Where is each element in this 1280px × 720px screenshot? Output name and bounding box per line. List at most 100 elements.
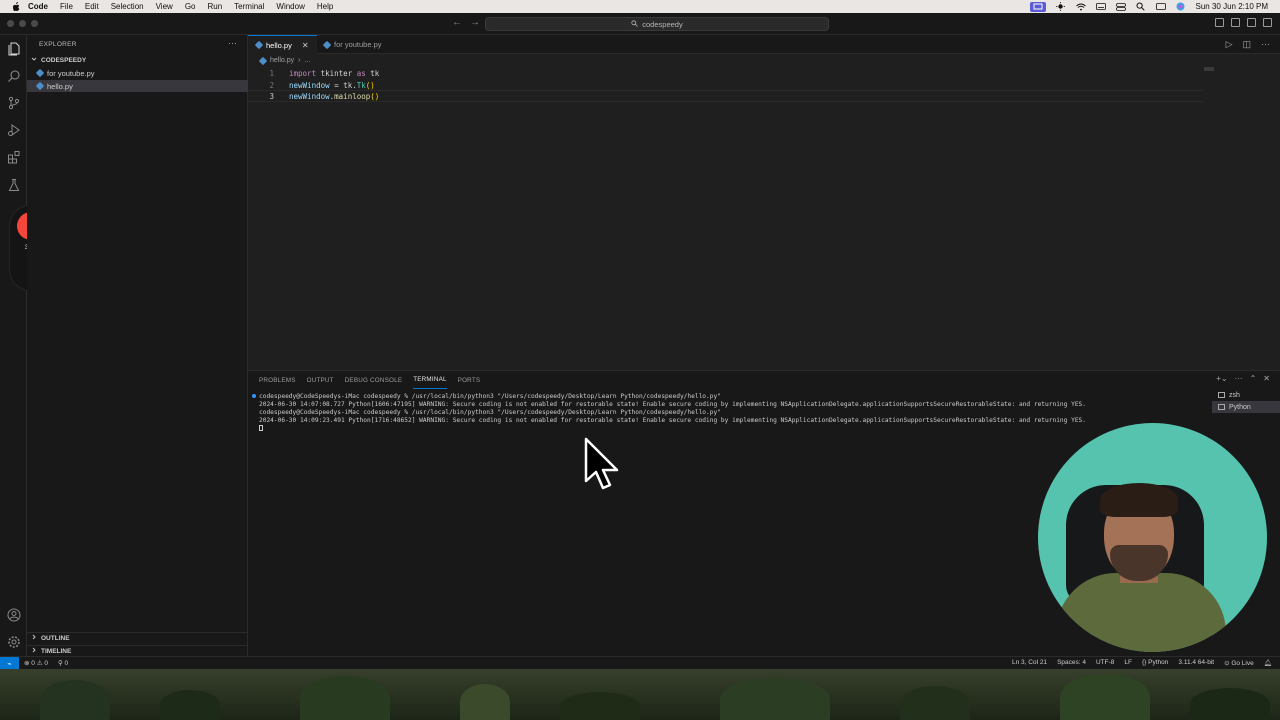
- layout-controls: [1215, 18, 1272, 27]
- notifications-bell-icon[interactable]: 🔔︎: [1264, 659, 1272, 667]
- breadcrumb-separator-icon: ›: [298, 57, 301, 64]
- breadcrumb-file[interactable]: hello.py: [270, 57, 294, 64]
- indentation[interactable]: Spaces: 4: [1057, 659, 1086, 667]
- toggle-panel-icon[interactable]: [1231, 18, 1240, 27]
- source-control-icon[interactable]: [5, 94, 22, 111]
- close-window-button[interactable]: [7, 20, 14, 27]
- tab-problems[interactable]: PROBLEMS: [259, 371, 296, 389]
- python-interpreter[interactable]: 3.11.4 64-bit: [1178, 659, 1214, 667]
- file-hello[interactable]: hello.py: [27, 80, 248, 92]
- tab-terminal[interactable]: TERMINAL: [413, 371, 447, 389]
- spotlight-icon[interactable]: [1136, 2, 1146, 11]
- command-center-search[interactable]: codespeedy: [485, 17, 829, 31]
- status-right: Ln 3, Col 21 Spaces: 4 UTF-8 LF {} Pytho…: [1012, 659, 1272, 667]
- menu-go[interactable]: Go: [185, 2, 196, 11]
- more-actions-icon[interactable]: ···: [1261, 39, 1270, 50]
- maximize-panel-icon[interactable]: ⌃: [1250, 374, 1257, 383]
- command-center-label: codespeedy: [642, 19, 683, 29]
- encoding[interactable]: UTF-8: [1096, 659, 1114, 667]
- desktop-wallpaper: [0, 669, 1280, 720]
- timeline-label: TIMELINE: [41, 647, 72, 655]
- screen-record-icon[interactable]: [1029, 1, 1046, 12]
- search-icon: [631, 19, 639, 29]
- tab-ports[interactable]: PORTS: [458, 371, 481, 389]
- line-number: 2: [269, 80, 274, 90]
- file-for-youtube[interactable]: for youtube.py: [27, 67, 248, 79]
- brightness-icon[interactable]: [1056, 2, 1066, 11]
- minimap[interactable]: [1204, 67, 1214, 71]
- tab-output[interactable]: OUTPUT: [307, 371, 334, 389]
- panel-actions: +⌄ ··· ⌃ ✕: [1216, 374, 1270, 383]
- editor-actions: ▷ ◫ ···: [1226, 39, 1270, 50]
- menu-window[interactable]: Window: [276, 2, 304, 11]
- tab-label: hello.py: [266, 40, 292, 50]
- control-center-icon[interactable]: [1115, 2, 1126, 11]
- tab-hello-py[interactable]: hello.py ✕: [248, 35, 317, 54]
- arrow-right-icon[interactable]: →: [470, 17, 480, 28]
- problems-status[interactable]: ⊗ 0 ⚠ 0: [24, 659, 48, 667]
- menu-help[interactable]: Help: [317, 2, 333, 11]
- customize-layout-icon[interactable]: [1263, 18, 1272, 27]
- tab-label: for youtube.py: [334, 40, 382, 49]
- sidebar-divider: [27, 632, 248, 633]
- tab-debug-console[interactable]: DEBUG CONSOLE: [345, 371, 403, 389]
- breadcrumb-more[interactable]: ...: [304, 57, 310, 64]
- code-editor[interactable]: 1 import tkinter as tk 2 newWindow = tk.…: [248, 67, 1280, 367]
- display-icon[interactable]: [1155, 2, 1166, 11]
- python-file-icon: [322, 40, 332, 49]
- folder-codespeedy[interactable]: CODESPEEDY: [31, 56, 86, 64]
- wifi-icon[interactable]: [1075, 3, 1086, 11]
- close-panel-icon[interactable]: ✕: [1263, 374, 1270, 383]
- menu-view[interactable]: View: [156, 2, 173, 11]
- run-play-icon[interactable]: ▷: [1226, 39, 1233, 50]
- keyboard-icon[interactable]: [1095, 3, 1106, 11]
- run-debug-icon[interactable]: [5, 121, 22, 138]
- new-terminal-icon[interactable]: +⌄: [1216, 374, 1227, 383]
- more-actions-icon[interactable]: ···: [1235, 374, 1243, 383]
- code-text: newWindow.mainloop(): [289, 91, 380, 101]
- search-view-icon[interactable]: [5, 67, 22, 84]
- editor-tabs: hello.py ✕ for youtube.py ▷ ◫ ···: [248, 35, 1280, 54]
- minimize-window-button[interactable]: [19, 20, 26, 27]
- menu-edit[interactable]: Edit: [85, 2, 99, 11]
- chevron-right-icon: [31, 634, 37, 642]
- menubar-clock[interactable]: Sun 30 Jun 2:10 PM: [1196, 2, 1269, 11]
- end-of-line[interactable]: LF: [1124, 659, 1132, 667]
- menu-run[interactable]: Run: [207, 2, 222, 11]
- explorer-icon[interactable]: [5, 40, 22, 57]
- testing-flask-icon[interactable]: [5, 176, 22, 193]
- menu-code[interactable]: Code: [28, 2, 48, 11]
- go-live-button[interactable]: ⊙ Go Live: [1224, 659, 1254, 667]
- terminal-python[interactable]: Python: [1212, 401, 1280, 413]
- siri-icon[interactable]: [1176, 2, 1186, 11]
- outline-section[interactable]: OUTLINE: [31, 634, 70, 642]
- account-icon[interactable]: [5, 606, 22, 623]
- ports-status[interactable]: ⚲ 0: [58, 659, 68, 667]
- close-tab-icon[interactable]: ✕: [302, 41, 309, 50]
- timeline-section[interactable]: TIMELINE: [31, 647, 71, 655]
- mouse-cursor-icon: [584, 437, 620, 491]
- toggle-secondary-sidebar-icon[interactable]: [1247, 18, 1256, 27]
- terminal-prompt: [252, 424, 1202, 432]
- extensions-icon[interactable]: [5, 148, 22, 165]
- terminal-cursor: [259, 425, 263, 431]
- menu-terminal[interactable]: Terminal: [234, 2, 264, 11]
- gear-icon[interactable]: [5, 633, 22, 650]
- cursor-position[interactable]: Ln 3, Col 21: [1012, 659, 1047, 667]
- command-decoration-icon[interactable]: [252, 394, 256, 398]
- split-editor-icon[interactable]: ◫: [1242, 39, 1251, 50]
- code-line[interactable]: 1 import tkinter as tk: [248, 67, 1203, 79]
- terminal-zsh[interactable]: zsh: [1212, 389, 1280, 401]
- nav-arrows: ← →: [452, 17, 480, 28]
- python-file-icon: [35, 81, 45, 91]
- explorer-more-button[interactable]: ···: [228, 38, 237, 48]
- menu-selection[interactable]: Selection: [111, 2, 144, 11]
- tab-for-youtube-py[interactable]: for youtube.py: [316, 35, 390, 54]
- arrow-left-icon[interactable]: ←: [452, 17, 462, 28]
- code-line-current[interactable]: 3 newWindow.mainloop(): [248, 90, 1203, 102]
- toggle-sidebar-icon[interactable]: [1215, 18, 1224, 27]
- language-mode[interactable]: {} Python: [1142, 659, 1168, 667]
- menu-file[interactable]: File: [60, 2, 73, 11]
- apple-icon[interactable]: [10, 2, 22, 12]
- zoom-window-button[interactable]: [31, 20, 38, 27]
